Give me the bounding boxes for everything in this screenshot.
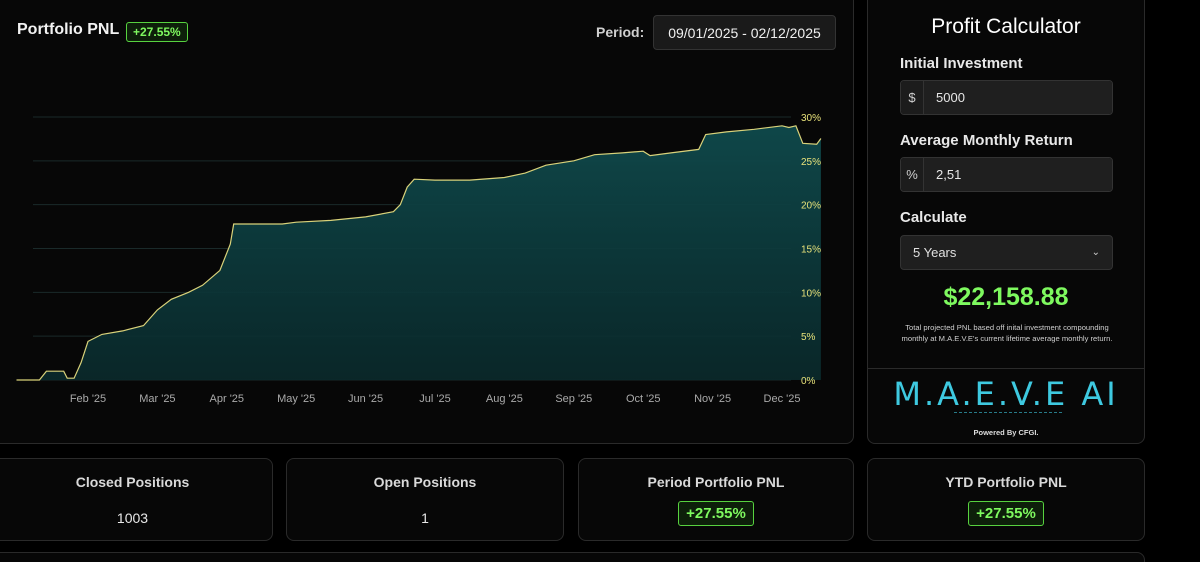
maeve-ai-logo: M.A.E.V.E AI [893,375,1119,413]
initial-investment-input[interactable] [924,81,1112,114]
y-tick-label: 15% [801,245,821,256]
period-pnl-card: Period Portfolio PNL +27.55% [578,458,854,541]
period-pnl-label: Period Portfolio PNL [647,474,785,490]
monthly-return-input[interactable] [924,158,1112,191]
ytd-pnl-label: YTD Portfolio PNL [945,474,1067,490]
calculate-label: Calculate [900,209,967,226]
x-tick-label: Jul '25 [419,393,450,405]
x-tick-label: Dec '25 [764,393,801,405]
x-tick-label: Feb '25 [70,393,106,405]
ytd-pnl-badge: +27.55% [968,501,1044,526]
x-tick-label: Mar '25 [139,393,175,405]
y-tick-label: 25% [801,157,821,168]
y-tick-label: 20% [801,201,821,212]
closed-positions-card: Closed Positions 1003 [0,458,273,541]
calculate-period-select[interactable]: 5 Years ⌄ [900,235,1113,270]
pnl-area-fill [16,125,821,380]
open-positions-card: Open Positions 1 [286,458,564,541]
closed-positions-value: 1003 [116,510,149,526]
dollar-prefix: $ [901,81,924,114]
bottom-panel [0,552,1145,562]
calculator-title: Profit Calculator [931,15,1081,38]
x-tick-label: Jun '25 [348,393,383,405]
y-tick-label: 0% [801,376,816,387]
x-tick-label: May '25 [277,393,315,405]
closed-positions-label: Closed Positions [75,474,190,490]
monthly-return-label: Average Monthly Return [900,132,1073,149]
x-tick-label: Oct '25 [626,393,661,405]
projected-pnl-value: $22,158.88 [943,283,1069,311]
open-positions-label: Open Positions [373,474,477,490]
projected-pnl-note: Total projected PNL based off inital inv… [901,323,1113,343]
initial-investment-group: $ [900,80,1113,115]
x-tick-label: Aug '25 [486,393,523,405]
x-tick-label: Apr '25 [210,393,245,405]
brand-divider [868,368,1144,369]
calculate-period-value: 5 Years [913,245,957,260]
period-pnl-badge: +27.55% [678,501,754,526]
initial-investment-label: Initial Investment [900,55,1023,72]
logo-decoration [954,412,1062,415]
portfolio-pnl-panel: Portfolio PNL +27.55% Period: 09/01/2025… [0,0,854,444]
profit-calculator-panel: Profit Calculator Initial Investment $ A… [867,0,1145,444]
x-tick-label: Sep '25 [555,393,592,405]
y-tick-label: 30% [801,113,821,124]
chevron-down-icon: ⌄ [1091,247,1100,258]
y-tick-label: 5% [801,332,816,343]
powered-by-text: Powered By CFGI. [973,428,1039,437]
open-positions-value: 1 [421,510,429,526]
pnl-chart: 0% 5% 10% 15% 20% 25% 30% Feb '25 Mar '25 Apr '2… [16,113,822,405]
ytd-pnl-card: YTD Portfolio PNL +27.55% [867,458,1145,541]
percent-prefix: % [901,158,924,191]
y-tick-label: 10% [801,288,821,299]
x-tick-label: Nov '25 [694,393,731,405]
monthly-return-group: % [900,157,1113,192]
